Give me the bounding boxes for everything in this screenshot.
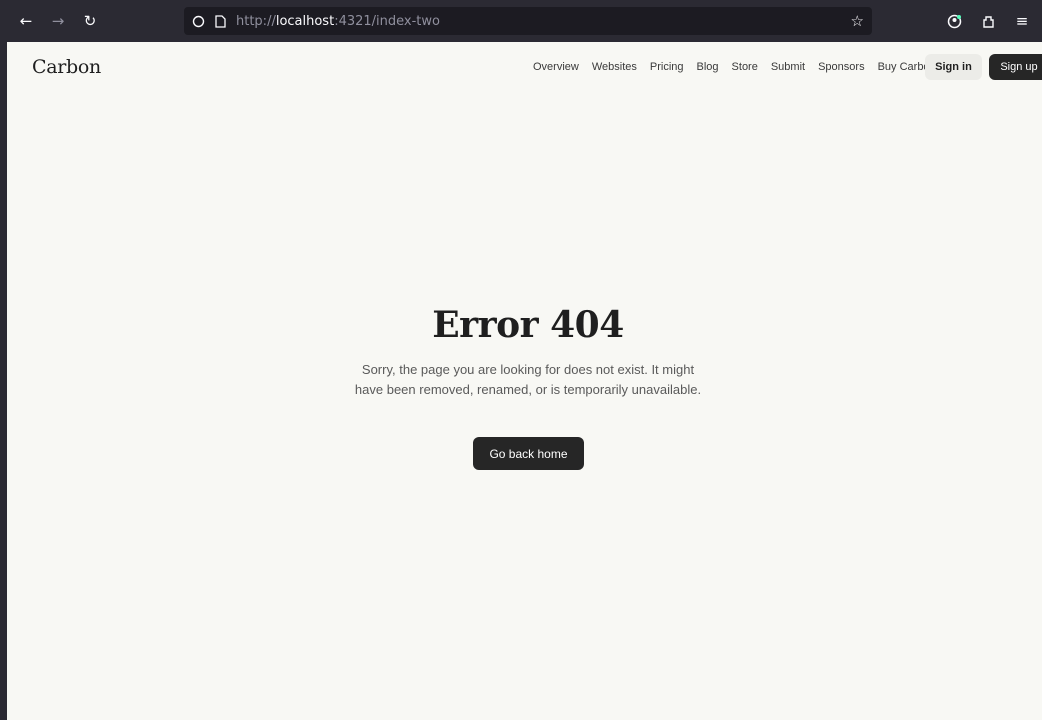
menu-icon[interactable]: ≡ — [1008, 7, 1036, 35]
nav-websites[interactable]: Websites — [592, 61, 637, 73]
url-text[interactable]: http://localhost:4321/index-two — [236, 14, 440, 29]
account-icon[interactable] — [940, 7, 968, 35]
forward-icon[interactable]: → — [44, 7, 72, 35]
sign-up-button[interactable]: Sign up — [989, 54, 1042, 80]
browser-toolbar: ← → ↻ http://localhost:4321/index-two ☆ … — [0, 0, 1042, 42]
main-nav: Overview Websites Pricing Blog Store Sub… — [533, 61, 949, 73]
nav-blog[interactable]: Blog — [697, 61, 719, 73]
error-description-line-2: have been removed, renamed, or is tempor… — [354, 382, 702, 397]
window-edge — [0, 42, 7, 720]
extensions-icon[interactable] — [974, 7, 1002, 35]
star-icon[interactable]: ☆ — [851, 12, 864, 30]
nav-sponsors[interactable]: Sponsors — [818, 61, 864, 73]
shield-icon[interactable] — [192, 15, 205, 28]
go-back-home-button[interactable]: Go back home — [473, 437, 584, 470]
back-icon[interactable]: ← — [12, 7, 40, 35]
nav-pricing[interactable]: Pricing — [650, 61, 684, 73]
page-viewport: Carbon Overview Websites Pricing Blog St… — [7, 42, 1042, 720]
page-icon — [215, 14, 226, 28]
error-title: Error 404 — [432, 304, 624, 346]
error-description: Sorry, the page you are looking for does… — [327, 360, 729, 400]
site-header: Carbon Overview Websites Pricing Blog St… — [7, 42, 1042, 94]
site-logo[interactable]: Carbon — [32, 56, 101, 78]
nav-store[interactable]: Store — [732, 61, 758, 73]
reload-icon[interactable]: ↻ — [76, 7, 104, 35]
error-description-line-1: Sorry, the page you are looking for does… — [361, 362, 695, 377]
nav-submit[interactable]: Submit — [771, 61, 805, 73]
sign-in-button[interactable]: Sign in — [925, 54, 982, 80]
nav-overview[interactable]: Overview — [533, 61, 579, 73]
url-bar[interactable]: http://localhost:4321/index-two ☆ — [184, 7, 872, 35]
